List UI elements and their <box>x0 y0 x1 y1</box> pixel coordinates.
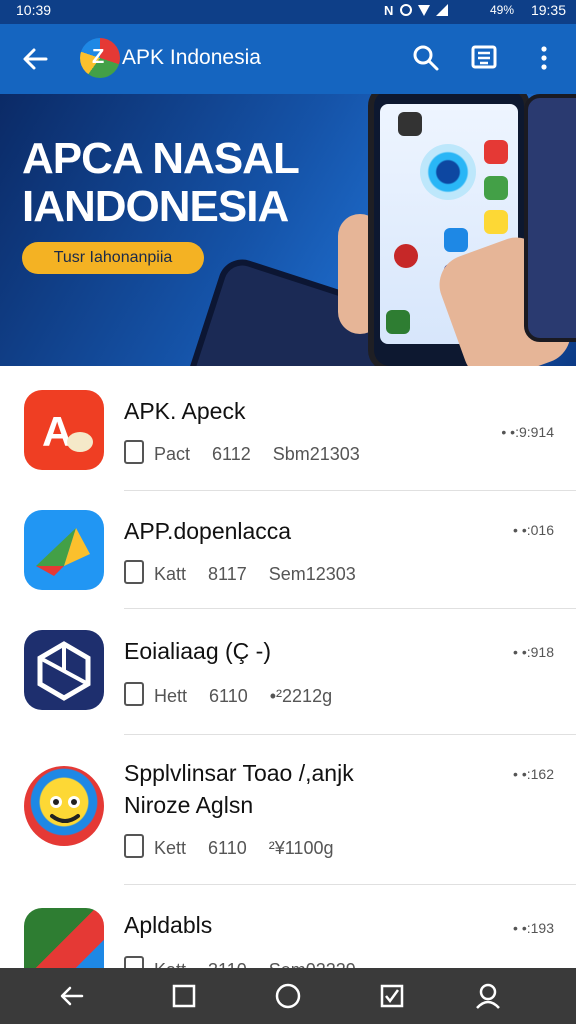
app-size: • •:9:914 <box>501 424 554 440</box>
document-icon <box>124 682 144 706</box>
nav-checkbox-icon <box>380 984 404 1008</box>
phone-app-tile <box>444 228 468 252</box>
list-icon <box>471 45 497 69</box>
divider <box>124 734 576 735</box>
app-meta: Pact 6112 Sbm21303 <box>124 440 360 465</box>
status-bar: 10:39 N 49% 19:35 <box>0 0 576 24</box>
app-version: 6110 <box>208 838 247 858</box>
nav-square-icon <box>172 984 196 1008</box>
app-title: APK Indonesia <box>122 46 261 69</box>
list-item[interactable]: Eoialiaag (Ç -) Hett 6110 •²2212ɡ • •:918 <box>0 628 576 728</box>
list-item[interactable]: Apldabls Katt 3110 Sem02229 • •:193 <box>0 904 576 974</box>
app-meta: Hett 6110 •²2212ɡ <box>124 682 332 707</box>
app-size: • •:193 <box>513 920 554 936</box>
phone-app-tile <box>484 176 508 200</box>
app-name: APK. Apeck <box>124 398 246 424</box>
banner-cta-button[interactable]: Tusr Iahonanpiia <box>22 242 204 274</box>
app-category: Pact <box>154 444 191 464</box>
list-button[interactable] <box>468 42 500 74</box>
app-name-line2: Niroze Aglsn <box>124 792 254 818</box>
app-icon-apk-apeck: A <box>24 390 104 470</box>
app-logo: Z <box>80 38 120 78</box>
nav-square-button[interactable] <box>168 980 200 1012</box>
app-size: • •:162 <box>513 766 554 782</box>
system-nav-bar <box>0 968 576 1024</box>
back-button[interactable] <box>20 44 50 74</box>
list-item[interactable]: A APK. Apeck Pact 6112 Sbm21303 • •:9:914 <box>0 386 576 486</box>
banner-title-line2: IANDONESIA <box>22 182 289 231</box>
nav-home-button[interactable] <box>272 980 304 1012</box>
nav-user-button[interactable] <box>472 980 504 1012</box>
arrow-back-icon <box>23 48 48 70</box>
app-category: Hett <box>154 686 188 706</box>
app-icon-spplvlinsar <box>24 766 104 846</box>
phone-app-tile <box>386 310 410 334</box>
more-vert-icon <box>541 46 547 70</box>
app-icon-eoialiaag <box>24 630 104 710</box>
app-name: Eoialiaag (Ç -) <box>124 638 271 664</box>
status-time-right: 19:35 <box>530 2 566 18</box>
battery-level: 49% <box>489 3 514 17</box>
app-version: 6110 <box>209 686 248 706</box>
nav-home-icon <box>275 983 301 1009</box>
hero-banner[interactable]: APCA NASAL IANDONESIA Tusr Iahonanpiia <box>0 94 576 366</box>
app-logo-letter: Z <box>92 46 105 68</box>
search-button[interactable] <box>410 42 442 74</box>
document-icon <box>124 440 144 464</box>
nav-user-icon <box>476 983 500 1009</box>
phone-app-tile <box>398 112 422 136</box>
app-version: 6112 <box>212 444 251 464</box>
app-name: Apldabls <box>124 912 213 938</box>
list-item[interactable]: Spplvlinsar Toao /,anjk Niroze Aglsn Ket… <box>0 756 576 876</box>
list-item[interactable]: APP.dopenlacca Katt 8117 Sem12303 • •:016 <box>0 506 576 606</box>
app-meta-extra: ²¥1100g <box>268 838 334 858</box>
app-category: Katt <box>154 564 187 584</box>
app-meta-extra: Sbm21303 <box>272 444 360 464</box>
phone-app-tile <box>484 140 508 164</box>
app-meta: Katt 8117 Sem12303 <box>124 560 356 585</box>
banner-phone-secondary <box>524 94 576 342</box>
banner-title-line1: APCA NASAL <box>22 134 300 183</box>
divider <box>124 608 576 609</box>
more-options-button[interactable] <box>530 42 562 74</box>
app-name: APP.dopenlacca <box>124 518 292 544</box>
phone-ring-graphic <box>420 144 476 200</box>
app-icon-apldabls <box>24 908 104 974</box>
svg-text:N: N <box>384 3 397 18</box>
app-bar: Z APK Indonesia <box>0 24 576 94</box>
app-version: 8117 <box>208 564 247 584</box>
search-icon <box>413 45 439 71</box>
document-icon <box>124 834 144 858</box>
nav-checkbox-button[interactable] <box>376 980 408 1012</box>
nav-back-icon <box>60 986 84 1006</box>
nav-back-button[interactable] <box>56 980 88 1012</box>
phone-app-tile <box>484 210 508 234</box>
phone-app-tile <box>394 244 418 268</box>
app-meta-extra: •²2212ɡ <box>269 686 333 706</box>
divider <box>124 490 576 491</box>
app-meta: Kett 6110 ²¥1100g <box>124 834 333 859</box>
document-icon <box>124 560 144 584</box>
app-meta-extra: Sem12303 <box>268 564 356 584</box>
app-size: • •:016 <box>513 522 554 538</box>
status-time-left: 10:39 <box>16 2 52 18</box>
app-category: Kett <box>154 838 187 858</box>
divider <box>124 884 576 885</box>
app-name: Spplvlinsar Toao /,anjk <box>124 760 354 786</box>
svg-text:A: A <box>42 408 72 455</box>
status-icons: N <box>384 2 464 21</box>
app-size: • •:918 <box>513 644 554 660</box>
app-icon-app-dopenlacca <box>24 510 104 590</box>
